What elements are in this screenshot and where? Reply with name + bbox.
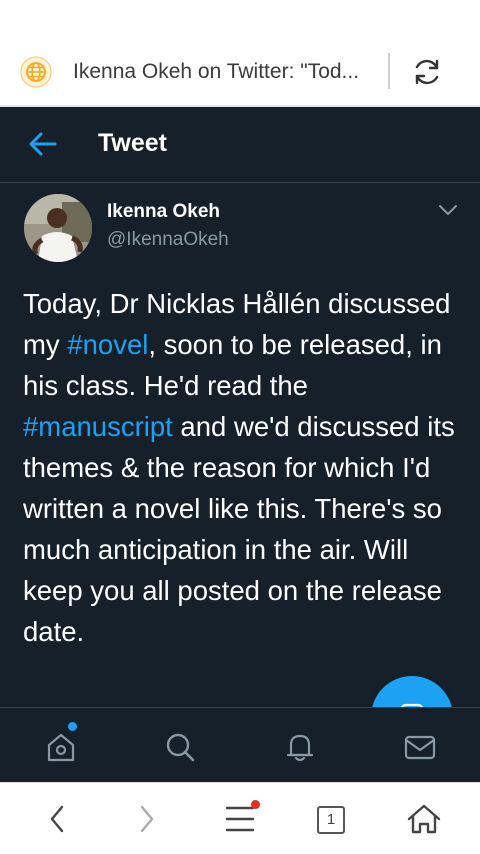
browser-address-bar: Ikenna Okeh on Twitter: "Tod... bbox=[0, 0, 480, 107]
avatar[interactable] bbox=[24, 194, 92, 262]
header-title: Tweet bbox=[98, 129, 167, 157]
bottom-tab-bar bbox=[0, 707, 480, 782]
back-arrow-icon[interactable] bbox=[28, 131, 58, 157]
browser-forward-button[interactable] bbox=[128, 797, 178, 841]
divider bbox=[388, 53, 390, 89]
home-icon bbox=[407, 804, 441, 834]
browser-nav-bar: 1 bbox=[0, 782, 480, 854]
hashtag-link[interactable]: #novel bbox=[67, 329, 148, 360]
chevron-left-icon bbox=[50, 805, 64, 833]
chevron-down-icon[interactable] bbox=[436, 201, 460, 219]
tweet-text: Today, Dr Nicklas Hållén discussed my #n… bbox=[23, 283, 463, 652]
tabs-button[interactable]: 1 bbox=[317, 806, 345, 834]
app-header: Tweet bbox=[0, 107, 480, 183]
tweet-card: Ikenna Okeh @IkennaOkeh Today, Dr Nickla… bbox=[0, 183, 480, 758]
tab-notifications[interactable] bbox=[259, 708, 339, 782]
tab-search[interactable] bbox=[139, 708, 219, 782]
twitter-app: Tweet Ikenna Okeh @IkennaOkeh Today, Dr … bbox=[0, 107, 480, 782]
author-name[interactable]: Ikenna Okeh bbox=[107, 201, 220, 223]
browser-menu-button[interactable] bbox=[222, 797, 272, 841]
home-icon bbox=[47, 733, 75, 762]
mail-icon bbox=[404, 735, 436, 760]
tab-messages[interactable] bbox=[379, 708, 459, 782]
globe-icon bbox=[20, 56, 52, 88]
tab-home[interactable] bbox=[20, 708, 100, 782]
author-handle[interactable]: @IkennaOkeh bbox=[107, 229, 229, 251]
reload-icon[interactable] bbox=[410, 55, 444, 89]
search-icon bbox=[166, 733, 195, 762]
hashtag-link[interactable]: #manuscript bbox=[23, 411, 173, 442]
notification-dot bbox=[68, 722, 77, 731]
tweet-text-part: and we'd discussed its themes & the reas… bbox=[23, 411, 455, 647]
browser-back-button[interactable] bbox=[40, 797, 90, 841]
browser-home-button[interactable] bbox=[404, 797, 454, 841]
avatar-image bbox=[24, 194, 92, 262]
bell-icon bbox=[286, 734, 314, 762]
menu-notification-dot bbox=[251, 800, 260, 809]
chevron-right-icon bbox=[140, 805, 154, 833]
page-title[interactable]: Ikenna Okeh on Twitter: "Tod... bbox=[73, 60, 363, 84]
